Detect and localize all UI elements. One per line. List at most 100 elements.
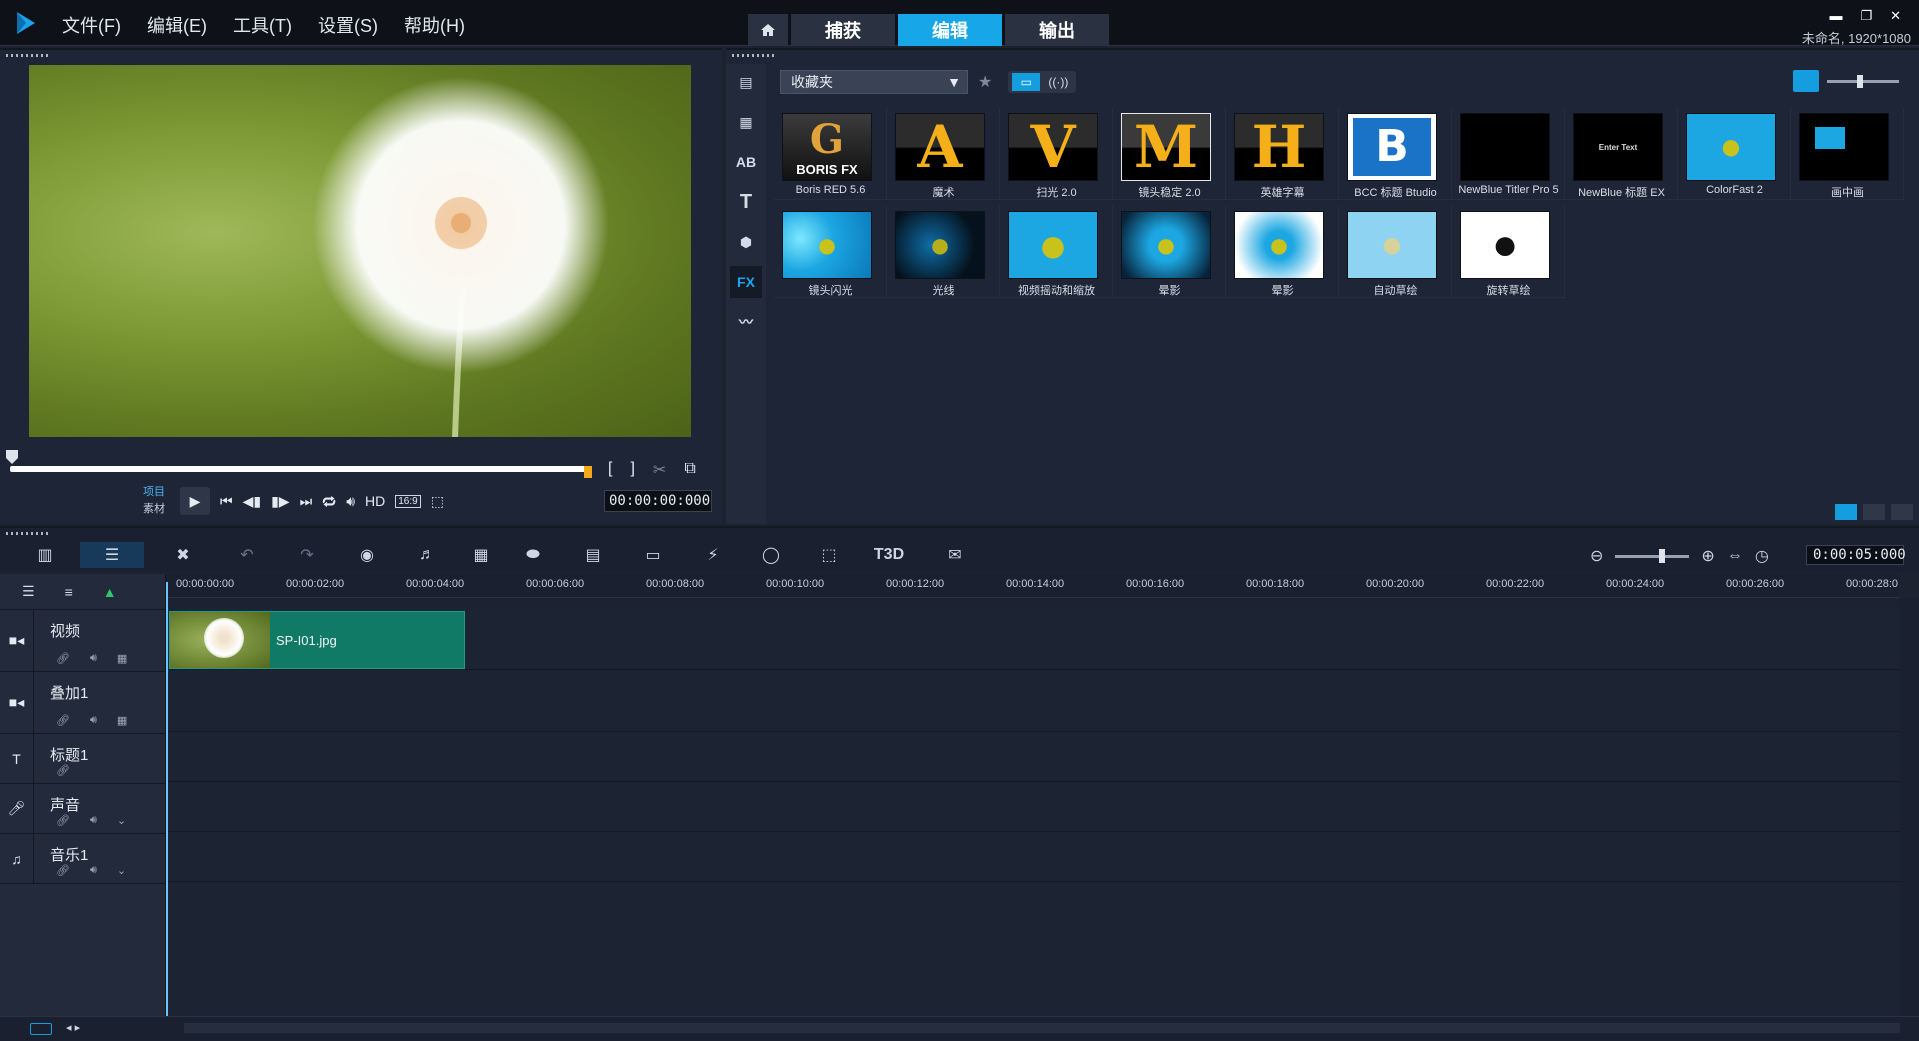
- thumbnail-view-icon[interactable]: [1835, 504, 1857, 520]
- toolbox-icon[interactable]: ✖: [168, 542, 198, 568]
- track-header-music[interactable]: ♫ 音乐1 🔗︎ 🔊︎ ⌄: [0, 834, 165, 884]
- video-track-row[interactable]: SP-I01.jpg: [166, 608, 1899, 670]
- list-view-icon[interactable]: [1863, 504, 1885, 520]
- edit-icon[interactable]: [1891, 504, 1913, 520]
- split-screen-icon[interactable]: ✉: [940, 542, 970, 568]
- horizontal-scrollbar[interactable]: [184, 1023, 1900, 1033]
- track-header-voice[interactable]: 🎤︎ 声音 🔗︎ 🔊︎ ⌄: [0, 784, 165, 834]
- menu-tools[interactable]: 工具(T): [233, 12, 292, 38]
- fx-item[interactable]: V 扫光 2.0: [1000, 108, 1113, 200]
- volume-icon[interactable]: 🔊︎: [90, 814, 97, 827]
- video-track-icon[interactable]: ■◂: [0, 610, 34, 671]
- ripple-edit-icon[interactable]: ▲: [103, 584, 117, 600]
- storyboard-view-icon[interactable]: ▥: [30, 542, 60, 568]
- chevron-down-icon[interactable]: ⌄: [117, 864, 126, 877]
- undo-icon[interactable]: ↶: [232, 542, 262, 568]
- mark-out-button[interactable]: ]: [630, 460, 634, 480]
- menu-help[interactable]: 帮助(H): [404, 12, 465, 38]
- slider-knob[interactable]: [1659, 548, 1666, 563]
- music-track-icon[interactable]: ♫: [0, 834, 34, 883]
- prev-frame-icon[interactable]: ◀▮: [243, 493, 261, 510]
- motion-tracking-icon[interactable]: ⬬: [518, 542, 548, 568]
- zoom-slider[interactable]: [1615, 548, 1690, 563]
- title-icon[interactable]: T: [730, 186, 762, 218]
- link-icon[interactable]: 🔗︎: [56, 652, 70, 665]
- timeline-view-icon[interactable]: ☰: [80, 542, 144, 568]
- copy-icon[interactable]: ⧉: [684, 460, 695, 480]
- track-header-title[interactable]: T 标题1 🔗︎: [0, 734, 165, 784]
- timeline-toggle-icon[interactable]: [30, 1023, 52, 1035]
- list-view-icon[interactable]: [1793, 70, 1819, 92]
- voice-track-icon[interactable]: 🎤︎: [0, 784, 34, 833]
- transparency-icon[interactable]: ▦: [117, 714, 127, 727]
- menu-file[interactable]: 文件(F): [62, 12, 121, 38]
- thumbnail-size-slider[interactable]: [1827, 75, 1899, 88]
- trim-end-handle[interactable]: [584, 466, 592, 478]
- pan-zoom-icon[interactable]: ⬚: [814, 542, 844, 568]
- tab-capture[interactable]: 捕获: [791, 14, 895, 46]
- chevron-down-icon[interactable]: ⌄: [117, 814, 126, 827]
- 3d-title-icon[interactable]: T3D: [874, 542, 904, 568]
- chapter-menu-icon[interactable]: ≡: [65, 584, 73, 600]
- mask-creator-icon[interactable]: ◯: [756, 542, 786, 568]
- link-icon[interactable]: 🔗︎: [56, 864, 70, 877]
- show-video-filters-icon[interactable]: ▭: [1012, 73, 1041, 91]
- path-icon[interactable]: 〰: [730, 306, 762, 338]
- graphic-icon[interactable]: ⬢: [730, 226, 762, 258]
- volume-icon[interactable]: 🔊︎: [90, 652, 97, 665]
- timecode-display[interactable]: 00:00:00:000: [604, 490, 712, 512]
- fx-item[interactable]: ● 光线: [887, 206, 1000, 298]
- fx-item[interactable]: ● 旋转草绘: [1452, 206, 1565, 298]
- mark-in-button[interactable]: [: [608, 460, 612, 480]
- transparency-icon[interactable]: ▦: [117, 652, 127, 665]
- trim-start-handle[interactable]: [6, 450, 18, 466]
- voice-track-row[interactable]: [166, 782, 1899, 832]
- enlarge-icon[interactable]: ⬚: [431, 493, 444, 510]
- fx-item[interactable]: H 英雄字幕: [1226, 108, 1339, 200]
- folder-select[interactable]: 收藏夹 ▼: [780, 70, 968, 94]
- time-remapping-icon[interactable]: ⚡: [698, 542, 728, 568]
- title-track-row[interactable]: [166, 732, 1899, 782]
- fit-project-icon[interactable]: ⇔: [1727, 547, 1743, 565]
- timeline-clip[interactable]: SP-I01.jpg: [169, 611, 465, 669]
- play-icon[interactable]: ▶: [180, 487, 210, 515]
- playhead[interactable]: [166, 582, 168, 1016]
- home-icon[interactable]: [748, 14, 788, 46]
- zoom-in-icon[interactable]: ⊕: [1701, 546, 1714, 566]
- panel-grip[interactable]: [732, 54, 776, 57]
- fx-item[interactable]: ● 晕影: [1226, 206, 1339, 298]
- link-icon[interactable]: 🔗︎: [56, 764, 70, 777]
- instant-project-icon[interactable]: ▦: [730, 106, 762, 138]
- record-capture-icon[interactable]: ◉: [352, 542, 382, 568]
- go-start-icon[interactable]: ⏮: [220, 493, 233, 510]
- auto-music-icon[interactable]: ▦: [466, 542, 496, 568]
- fx-item[interactable]: M 镜头稳定 2.0: [1113, 108, 1226, 200]
- fx-item[interactable]: A 魔术: [887, 108, 1000, 200]
- menu-settings[interactable]: 设置(S): [318, 12, 378, 38]
- menu-edit[interactable]: 编辑(E): [147, 12, 207, 38]
- hd-toggle[interactable]: HD: [365, 493, 385, 509]
- transition-icon[interactable]: AB: [730, 146, 762, 178]
- show-audio-filters-icon[interactable]: ((·)): [1044, 73, 1072, 91]
- sound-mixer-icon[interactable]: ♬: [412, 542, 442, 568]
- multi-trim-icon[interactable]: ▭: [638, 542, 668, 568]
- fx-item[interactable]: ● 镜头闪光: [774, 206, 887, 298]
- link-icon[interactable]: 🔗︎: [56, 714, 70, 727]
- overlay-track-icon[interactable]: ■◂: [0, 672, 34, 733]
- panel-grip[interactable]: [6, 54, 50, 57]
- repeat-icon[interactable]: 🔁︎: [322, 491, 336, 512]
- minimize-icon[interactable]: ▬: [1829, 8, 1842, 24]
- time-ruler[interactable]: 00:00:00:00 00:00:02:00 00:00:04:00 00:0…: [166, 574, 1899, 598]
- fx-item[interactable]: ● ColorFast 2: [1678, 108, 1791, 200]
- overlay-track-row[interactable]: [166, 670, 1899, 732]
- fx-item[interactable]: 画中画: [1791, 108, 1904, 200]
- subtitle-editor-icon[interactable]: ▤: [578, 542, 608, 568]
- fx-item[interactable]: ● 自动草绘: [1339, 206, 1452, 298]
- track-manager-icon[interactable]: ☰: [22, 583, 35, 600]
- redo-icon[interactable]: ↷: [292, 542, 322, 568]
- tab-share[interactable]: 输出: [1005, 14, 1109, 46]
- volume-icon[interactable]: 🔊︎: [90, 714, 97, 727]
- vertical-scrollbar[interactable]: [1900, 598, 1919, 1016]
- link-icon[interactable]: 🔗︎: [56, 814, 70, 827]
- scrubber-bar[interactable]: [10, 466, 592, 472]
